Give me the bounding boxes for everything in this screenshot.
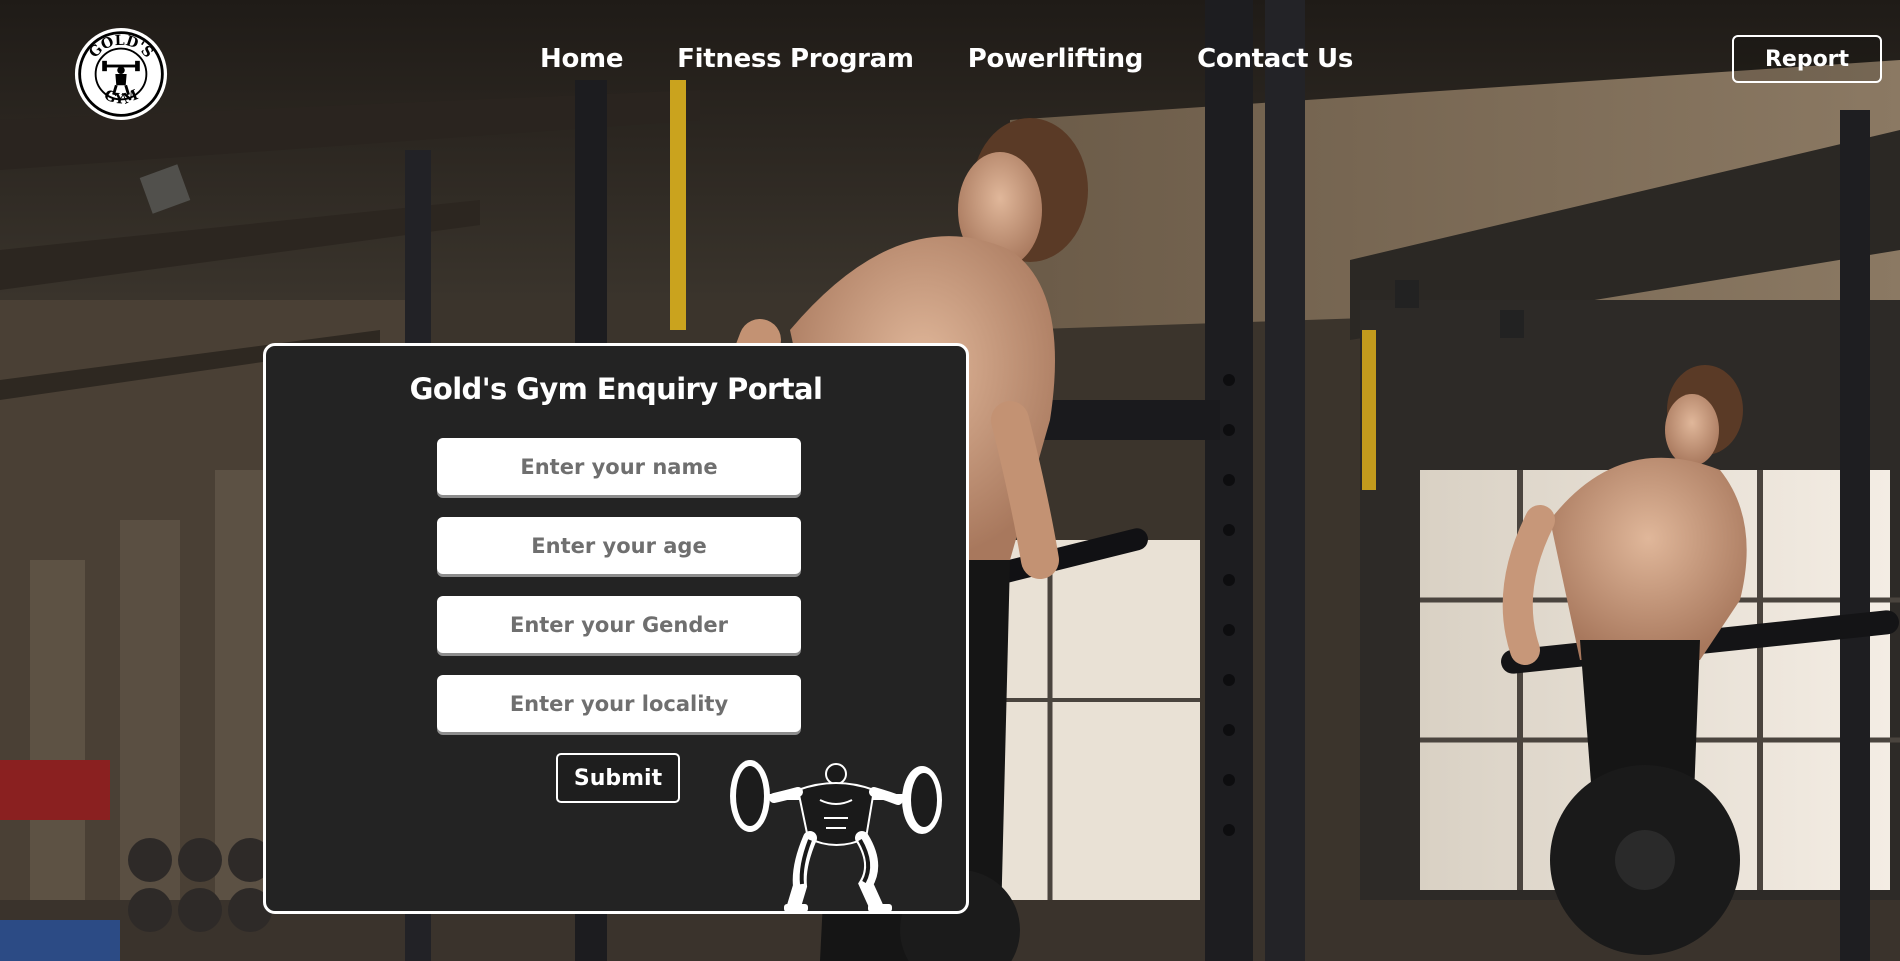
report-button[interactable]: Report [1732,35,1882,83]
main-nav: Home Fitness Program Powerlifting Contac… [540,44,1353,74]
bodybuilder-barbell-icon [730,760,942,911]
enquiry-form-card: Gold's Gym Enquiry Portal Submit [263,343,969,914]
gender-input[interactable] [437,596,801,653]
form-title: Gold's Gym Enquiry Portal [409,372,823,406]
submit-button[interactable]: Submit [556,753,680,803]
nav-contact-us-link[interactable]: Contact Us [1197,44,1353,74]
age-input[interactable] [437,517,801,574]
golds-gym-logo-icon[interactable]: GOLD'S GYM [74,27,168,121]
nav-home-link[interactable]: Home [540,44,623,74]
name-input[interactable] [437,438,801,495]
page: GOLD'S GYM Home Fitness Program Powerlif… [0,0,1900,961]
nav-powerlifting-link[interactable]: Powerlifting [968,44,1144,74]
locality-input[interactable] [437,675,801,732]
nav-fitness-program-link[interactable]: Fitness Program [677,44,914,74]
